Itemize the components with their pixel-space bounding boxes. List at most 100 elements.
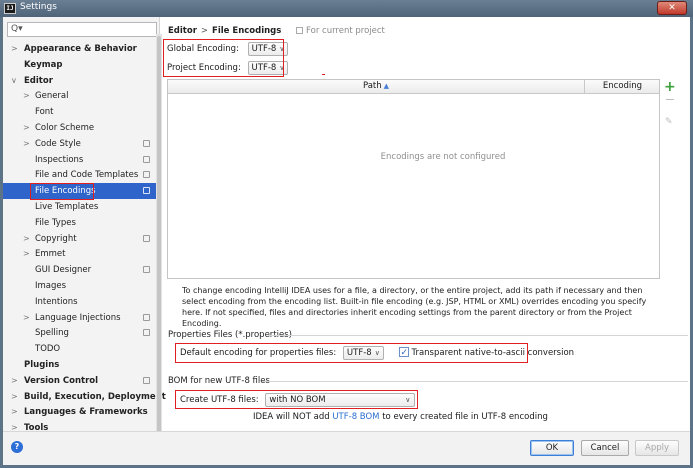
column-path-label: Path [362, 81, 382, 91]
sidebar-item-label: File and Code Templates [35, 170, 139, 181]
annotation-mark [322, 74, 325, 75]
sidebar-item-appearance-behavior[interactable]: > Appearance & Behavior [3, 41, 156, 57]
sidebar-item-intentions[interactable]: Intentions [3, 294, 156, 310]
chevron-right-icon[interactable]: > [11, 373, 18, 389]
cancel-button[interactable]: Cancel [581, 440, 629, 456]
sidebar-item-emmet[interactable]: > Emmet [3, 246, 156, 262]
chevron-right-icon[interactable]: > [23, 231, 30, 247]
bom-note-prefix: IDEA will NOT add [253, 412, 333, 422]
sidebar-item-label: Intentions [35, 296, 78, 307]
sidebar-item-general[interactable]: > General [3, 88, 156, 104]
bom-note-suffix: to every created file in UTF-8 encoding [379, 412, 548, 422]
chevron-down-icon[interactable]: ∨ [11, 73, 17, 89]
encodings-highlight [163, 39, 284, 77]
breadcrumb-separator: > [200, 26, 209, 36]
search-icon: Q▾ [11, 24, 23, 34]
sidebar-item-editor[interactable]: ∨ Editor [3, 73, 156, 89]
table-header: Path ▲ Encoding [168, 80, 659, 94]
chevron-right-icon[interactable]: > [11, 404, 18, 420]
sidebar-item-label: Live Templates [35, 202, 99, 212]
window-close-button[interactable]: ✕ [657, 1, 687, 15]
settings-sidebar: Q▾ > Appearance & Behavior Keymap ∨ Editor > G… [3, 17, 166, 446]
project-scope-icon [143, 139, 150, 147]
bom-section-title: BOM for new UTF-8 files [168, 376, 270, 386]
project-scope-icon [143, 155, 150, 163]
project-scope-icon [143, 329, 150, 337]
sidebar-item-version-control[interactable]: > Version Control [3, 373, 156, 389]
sidebar-item-label: Emmet [35, 249, 66, 260]
chevron-right-icon[interactable]: > [11, 41, 18, 57]
encodings-table[interactable]: Path ▲ Encoding Encodings are not configu… [167, 79, 660, 279]
sidebar-item-language-injections[interactable]: > Language Injections [3, 310, 156, 326]
sidebar-item-build-execution-deployment[interactable]: > Build, Execution, Deployment [3, 389, 166, 405]
sidebar-item-label: Editor [24, 75, 53, 86]
sidebar-item-inspections[interactable]: Inspections [3, 152, 156, 168]
sidebar-item-plugins[interactable]: Plugins [3, 357, 156, 373]
sidebar-item-label: Language Injections [35, 312, 121, 323]
pencil-icon: ✎ [665, 117, 673, 127]
breadcrumb-parent[interactable]: Editor [168, 26, 197, 36]
plus-icon: + [664, 79, 676, 95]
sidebar-item-label: Color Scheme [35, 123, 95, 133]
utf8-bom-link[interactable]: UTF-8 BOM [332, 412, 379, 422]
properties-highlight [175, 343, 528, 363]
chevron-right-icon[interactable]: > [23, 136, 30, 152]
sort-ascending-icon: ▲ [383, 82, 390, 90]
close-icon: ✕ [668, 3, 676, 13]
sidebar-item-label: File Types [35, 217, 76, 228]
sidebar-scrollbar-thumb[interactable] [157, 36, 161, 444]
column-header-encoding[interactable]: Encoding [586, 80, 659, 93]
window-title: Settings [20, 2, 57, 12]
project-scope-icon [143, 313, 150, 321]
chevron-right-icon[interactable]: > [23, 120, 30, 136]
sidebar-item-todo[interactable]: TODO [3, 341, 156, 357]
project-scope-icon [143, 187, 150, 195]
sidebar-item-label: Code Style [35, 138, 81, 149]
sidebar-item-label: Copyright [35, 233, 77, 244]
chevron-right-icon[interactable]: > [23, 246, 30, 262]
sidebar-item-label: Images [35, 281, 67, 291]
chevron-right-icon[interactable]: > [23, 310, 30, 326]
project-scope-icon [296, 27, 304, 34]
edit-path-button[interactable]: ✎ [665, 117, 673, 127]
help-button[interactable]: ? [11, 441, 23, 453]
apply-button[interactable]: Apply [635, 440, 679, 456]
sidebar-item-live-templates[interactable]: Live Templates [3, 199, 156, 215]
sidebar-item-label: GUI Designer [35, 265, 92, 276]
column-header-path[interactable]: Path ▲ [168, 80, 585, 93]
bom-section-divider [262, 381, 688, 382]
remove-path-button[interactable] [666, 99, 674, 100]
help-icon: ? [14, 442, 20, 451]
sidebar-item-label: Spelling [35, 328, 69, 339]
add-path-button[interactable]: + [664, 80, 676, 94]
bom-highlight [175, 390, 418, 409]
sidebar-item-images[interactable]: Images [3, 278, 156, 294]
sidebar-item-label: Build, Execution, Deployment [24, 391, 166, 402]
ok-button[interactable]: OK [530, 440, 574, 456]
scope-label: For current project [306, 26, 385, 36]
sidebar-item-label: Version Control [24, 375, 99, 386]
sidebar-item-file-types[interactable]: File Types [3, 215, 156, 231]
table-empty-message: Encodings are not configured [380, 152, 506, 162]
project-scope-icon [143, 266, 150, 274]
sidebar-item-keymap[interactable]: Keymap [3, 57, 156, 73]
settings-search-input[interactable]: Q▾ [7, 22, 157, 37]
project-scope-icon [143, 376, 150, 384]
project-scope-icon [143, 234, 150, 242]
sidebar-item-gui-designer[interactable]: GUI Designer [3, 262, 156, 278]
intellij-app-icon: IJ [4, 3, 16, 14]
chevron-right-icon[interactable]: > [11, 389, 18, 405]
bom-note: IDEA will NOT add UTF-8 BOM to every cre… [253, 412, 548, 422]
sidebar-item-copyright[interactable]: > Copyright [3, 231, 156, 247]
chevron-right-icon[interactable]: > [23, 88, 30, 104]
project-scope-icon [143, 171, 150, 179]
sidebar-item-font[interactable]: Font [3, 104, 156, 120]
window-titlebar: IJ Settings ✕ [0, 0, 693, 17]
sidebar-item-label: Appearance & Behavior [24, 44, 137, 54]
sidebar-item-color-scheme[interactable]: > Color Scheme [3, 120, 156, 136]
sidebar-item-code-style[interactable]: > Code Style [3, 136, 156, 152]
sidebar-item-label: General [35, 91, 69, 102]
sidebar-item-file-and-code-templates[interactable]: File and Code Templates [3, 167, 156, 183]
sidebar-item-spelling[interactable]: Spelling [3, 325, 156, 341]
sidebar-item-languages-frameworks[interactable]: > Languages & Frameworks [3, 404, 156, 420]
